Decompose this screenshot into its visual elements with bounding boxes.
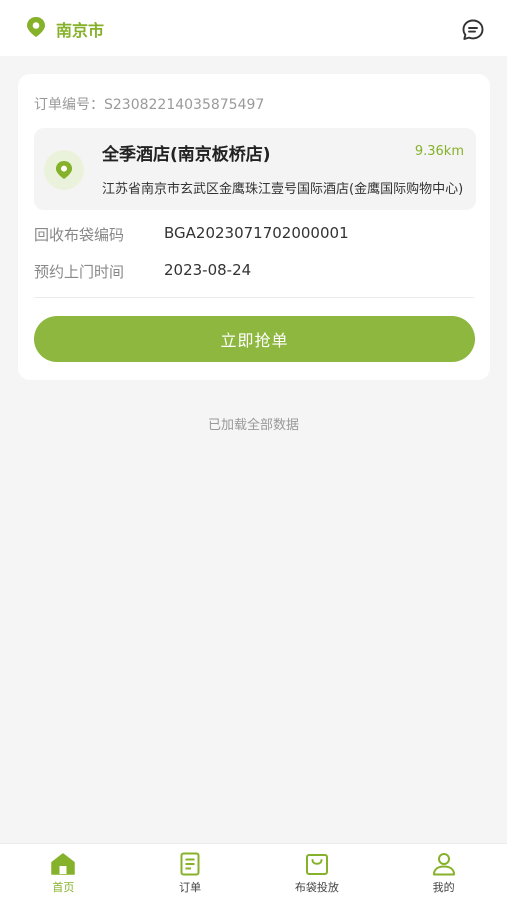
bag-code-row: 回收布袋编码 BGA2023071702000001 bbox=[34, 224, 349, 245]
tab-mine-label: 我的 bbox=[432, 881, 455, 894]
divider bbox=[34, 297, 474, 298]
tab-home[interactable]: 首页 bbox=[0, 844, 127, 900]
store-info[interactable]: 全季酒店(南京板桥店) 9.36km 江苏省南京市玄武区金鹰珠江壹号国际酒店(金… bbox=[34, 128, 476, 210]
tab-bag-delivery-label: 布袋投放 bbox=[294, 881, 339, 894]
order-card[interactable]: 订单编号：S23082214035875497 全季酒店(南京板桥店) 9.36… bbox=[18, 74, 490, 380]
bag-code-value: BGA2023071702000001 bbox=[164, 224, 349, 242]
order-number-value: S23082214035875497 bbox=[104, 97, 265, 113]
location-pin-icon bbox=[26, 16, 46, 42]
store-distance: 9.36km bbox=[414, 144, 464, 159]
order-number-label: 订单编号： bbox=[34, 97, 104, 113]
grab-order-button[interactable]: 立即抢单 bbox=[34, 316, 475, 362]
order-document-icon bbox=[177, 852, 203, 876]
appointment-date: 2023-08-24 bbox=[164, 261, 252, 279]
appointment-row: 预约上门时间 2023-08-24 bbox=[34, 261, 251, 282]
bag-code-label: 回收布袋编码 bbox=[34, 226, 125, 244]
top-bar: 南京市 bbox=[0, 0, 507, 56]
store-address: 江苏省南京市玄武区金鹰珠江壹号国际酒店(金鹰国际购物中心) bbox=[102, 182, 464, 197]
appointment-label: 预约上门时间 bbox=[34, 263, 125, 281]
chat-bubble-icon[interactable] bbox=[461, 18, 485, 42]
city-label: 南京市 bbox=[56, 21, 105, 40]
tab-orders[interactable]: 订单 bbox=[127, 844, 254, 900]
order-number: 订单编号：S23082214035875497 bbox=[34, 94, 264, 114]
tab-bag-delivery[interactable]: 布袋投放 bbox=[254, 844, 381, 900]
city-selector[interactable]: 南京市 bbox=[26, 16, 104, 42]
bag-icon bbox=[304, 852, 330, 876]
tab-home-label: 首页 bbox=[52, 881, 75, 894]
bottom-tab-bar: 首页 订单 布袋投放 我的 bbox=[0, 843, 507, 900]
store-location-icon bbox=[44, 150, 84, 190]
store-name: 全季酒店(南京板桥店) bbox=[102, 145, 271, 165]
home-icon bbox=[50, 852, 76, 876]
tab-mine[interactable]: 我的 bbox=[380, 844, 507, 900]
tab-orders-label: 订单 bbox=[179, 881, 202, 894]
list-end-status: 已加载全部数据 bbox=[207, 418, 299, 433]
user-icon bbox=[431, 852, 457, 876]
